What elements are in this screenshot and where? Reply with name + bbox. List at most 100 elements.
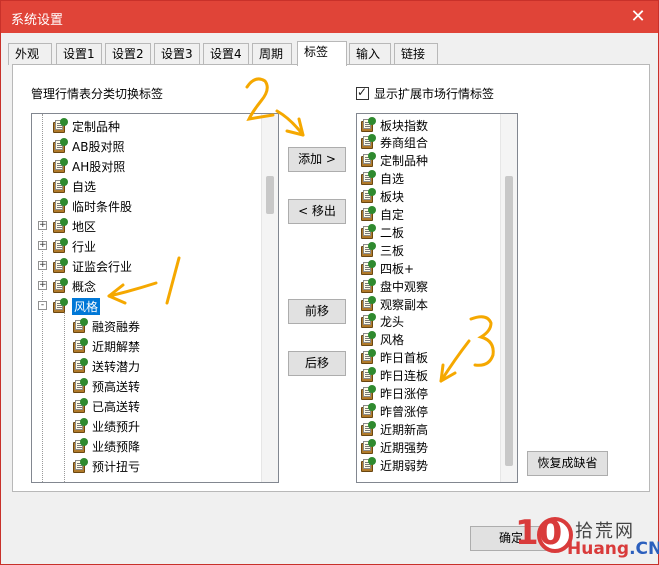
restore-default-button[interactable]: 恢复成缺省 — [527, 451, 608, 476]
tree-subcategory-item[interactable]: 已高送转 — [72, 396, 140, 416]
selected-tab-item[interactable]: 自定 — [360, 206, 404, 224]
tree-category-item[interactable]: 行业 — [52, 236, 96, 256]
tab-folder-icon — [52, 277, 68, 294]
selected-tabs-list[interactable]: 板块指数券商组合定制品种 自选板块 自定 二板 三板 四板+ 盘中观察 观察副本龙头 风格 昨日首… — [356, 113, 518, 483]
tab-settings-1[interactable]: 设置1 — [56, 43, 102, 65]
tab-settings-2[interactable]: 设置2 — [105, 43, 151, 65]
tree-subcategory-item[interactable]: 业绩预降 — [72, 436, 140, 456]
tab-folder-icon — [52, 237, 68, 254]
tree-item-label: 证监会行业 — [72, 259, 133, 274]
tree-scrollbar[interactable] — [261, 114, 278, 482]
selected-tab-item[interactable]: 昨日涨停 — [360, 385, 428, 403]
selected-tab-item[interactable]: 板块指数 — [360, 116, 428, 134]
tab-folder-icon — [360, 206, 376, 222]
tree-subcategory-item[interactable]: 预计扭亏 — [72, 456, 140, 476]
tree-item-label: 行业 — [72, 239, 97, 254]
tree-category-item[interactable]: 自选 — [52, 176, 96, 196]
tree-subcategory-item[interactable]: 融资融券 — [72, 316, 140, 336]
selected-tab-item[interactable]: 二板 — [360, 223, 404, 241]
tab-folder-icon — [72, 337, 88, 354]
selected-tab-item[interactable]: 昨日首板 — [360, 349, 428, 367]
remove-button[interactable]: < 移出 — [288, 199, 346, 224]
selected-tab-item[interactable]: 四板+ — [360, 259, 414, 277]
tree-item-label: 地区 — [72, 219, 97, 234]
selected-tab-item[interactable]: 观察副本 — [360, 295, 428, 313]
show-extended-toggle[interactable]: 显示扩展市场行情标签 — [356, 85, 494, 102]
tree-item-label: 融资融券 — [92, 319, 141, 334]
selected-tab-item[interactable]: 近期强势 — [360, 438, 428, 456]
tree-category-item[interactable]: 风格 — [52, 296, 101, 316]
watermark-en-text: Huang.CN — [567, 539, 659, 559]
tab-folder-icon — [52, 137, 68, 154]
selected-tab-item[interactable]: 龙头 — [360, 313, 404, 331]
tab-settings-3[interactable]: 设置3 — [154, 43, 200, 65]
tab-folder-icon — [52, 197, 68, 214]
move-down-button[interactable]: 后移 — [288, 351, 346, 376]
title-bar[interactable]: 系统设置 ✕ — [1, 1, 658, 33]
tree-category-item[interactable]: AB股对照 — [52, 136, 124, 156]
tree-item-label: AH股对照 — [72, 159, 126, 174]
tab-folder-icon — [52, 297, 68, 314]
selected-tab-item[interactable]: 板块 — [360, 188, 404, 206]
watermark-en-suffix: .CN — [629, 539, 659, 559]
tree-item-label: 自选 — [72, 179, 97, 194]
tree-subcategory-item[interactable]: 送转潜力 — [72, 356, 140, 376]
tree-category-item[interactable]: 临时条件股 — [52, 196, 132, 216]
selected-tab-label: 龙头 — [380, 315, 405, 330]
selected-tab-item[interactable]: 近期弱势 — [360, 456, 428, 474]
add-button[interactable]: 添加 > — [288, 147, 346, 172]
expand-icon[interactable]: + — [38, 241, 47, 250]
selected-tab-label: 券商组合 — [380, 136, 429, 151]
tab-appearance[interactable]: 外观 — [8, 43, 52, 65]
settings-window: 系统设置 ✕ 外观 设置1 设置2 设置3 设置4 周期 标签 输入 链接 管理… — [0, 0, 659, 565]
collapse-icon[interactable]: - — [38, 301, 47, 310]
tab-folder-icon — [360, 295, 376, 312]
tab-folder-icon — [360, 402, 376, 419]
tab-folder-icon — [360, 456, 376, 473]
selected-tab-label: 板块指数 — [380, 118, 429, 133]
close-icon[interactable]: ✕ — [626, 6, 650, 28]
tree-category-item[interactable]: 证监会行业 — [52, 256, 132, 276]
category-tree[interactable]: 定制品种 AB股对照 AH股对照自选临时条件股地区 + 行业 + 证监会行业 + 概念 + 风格 - 融… — [31, 113, 279, 483]
tree-category-item[interactable]: 地区 — [52, 216, 96, 236]
tab-labels[interactable]: 标签 — [297, 41, 347, 66]
list-scrollbar[interactable] — [500, 114, 517, 482]
tab-folder-icon — [52, 157, 68, 174]
tab-settings-4[interactable]: 设置4 — [203, 43, 249, 65]
tree-guide-line-child — [64, 310, 65, 482]
selected-tab-item[interactable]: 券商组合 — [360, 134, 428, 152]
expand-icon[interactable]: + — [38, 281, 47, 290]
tree-category-item[interactable]: 概念 — [52, 276, 96, 296]
selected-tab-item[interactable]: 自选 — [360, 170, 404, 188]
show-extended-checkbox[interactable] — [356, 85, 369, 100]
tab-input[interactable]: 输入 — [349, 43, 391, 65]
selected-tab-item[interactable]: 近期新高 — [360, 420, 428, 438]
tab-folder-icon — [52, 257, 68, 274]
tree-scroll-thumb[interactable] — [266, 176, 274, 214]
tab-period[interactable]: 周期 — [252, 43, 292, 65]
selected-tab-item[interactable]: 风格 — [360, 331, 404, 349]
expand-icon[interactable]: + — [38, 261, 47, 270]
tree-subcategory-item[interactable]: 业绩预升 — [72, 416, 140, 436]
tree-category-item[interactable]: 定制品种 — [52, 116, 120, 136]
show-extended-label: 显示扩展市场行情标签 — [374, 87, 495, 101]
selected-tab-item[interactable]: 定制品种 — [360, 152, 428, 170]
tab-links[interactable]: 链接 — [394, 43, 438, 65]
list-scroll-thumb[interactable] — [505, 176, 513, 466]
selected-tab-item[interactable]: 三板 — [360, 241, 404, 259]
tab-folder-icon — [72, 317, 88, 334]
tree-subcategory-item[interactable]: 近期解禁 — [72, 336, 140, 356]
selected-tab-label: 板块 — [380, 190, 405, 205]
tree-category-item[interactable]: AH股对照 — [52, 156, 125, 176]
tab-folder-icon — [72, 417, 88, 434]
tab-folder-icon — [360, 134, 376, 150]
expand-icon[interactable]: + — [38, 221, 47, 230]
tree-item-label: 业绩预降 — [92, 439, 141, 454]
tree-item-label: 近期解禁 — [92, 339, 141, 354]
tree-subcategory-item[interactable]: 预高送转 — [72, 376, 140, 396]
selected-tab-item[interactable]: 昨曾涨停 — [360, 402, 428, 420]
move-up-button[interactable]: 前移 — [288, 299, 346, 324]
selected-tab-item[interactable]: 昨日连板 — [360, 367, 428, 385]
selected-tab-label: 定制品种 — [380, 154, 429, 169]
selected-tab-item[interactable]: 盘中观察 — [360, 277, 428, 295]
